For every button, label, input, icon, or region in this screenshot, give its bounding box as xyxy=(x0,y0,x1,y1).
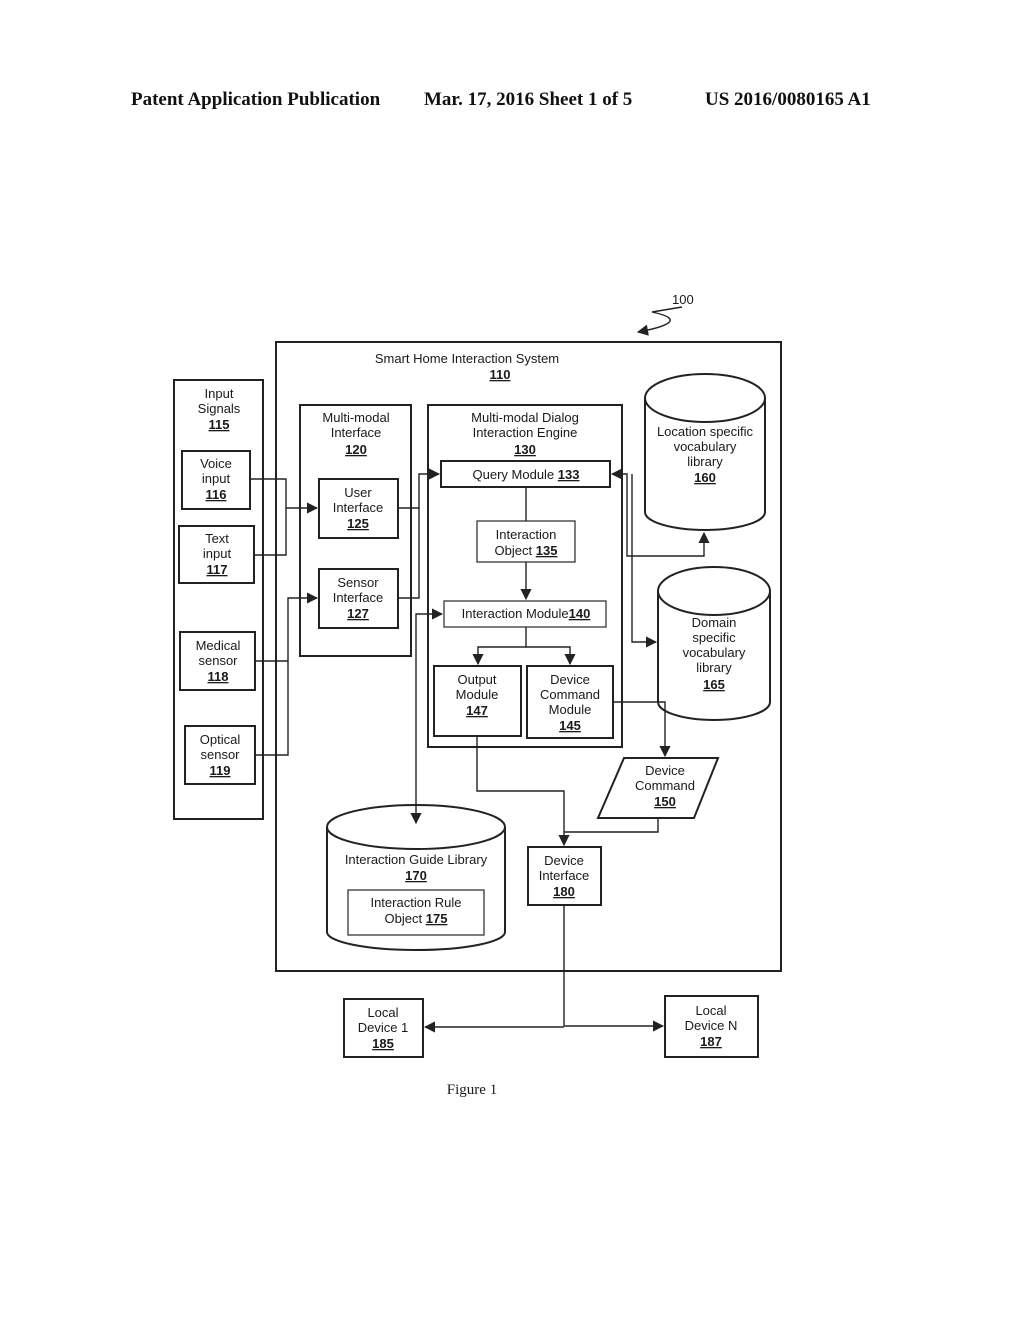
device-command-ref: 150 xyxy=(654,794,676,809)
sensor-interface-line-2: Interface xyxy=(333,590,384,605)
local-device-n-line-2: Device N xyxy=(685,1018,738,1033)
device-command-module-ref: 145 xyxy=(559,718,581,733)
system-diagram: 100 Smart Home Interaction System 110 In… xyxy=(173,292,782,1098)
user-interface-line-1: User xyxy=(344,485,372,500)
local-device-1-line-1: Local xyxy=(367,1005,398,1020)
device-command-line-1: Device xyxy=(645,763,685,778)
domain-library-line-3: vocabulary xyxy=(683,645,746,660)
location-library-ref: 160 xyxy=(694,470,716,485)
figure-caption: Figure 1 xyxy=(447,1082,497,1098)
sensor-interface-line-1: Sensor xyxy=(337,575,379,590)
engine-title-1: Multi-modal Dialog xyxy=(471,410,579,425)
optical-sensor-line-1: Optical xyxy=(200,732,241,747)
domain-library-line-1: Domain xyxy=(692,615,737,630)
location-library-top xyxy=(644,373,766,423)
device-command-module-line-1: Device xyxy=(550,672,590,687)
text-input-line-1: Text xyxy=(205,531,229,546)
output-module-line-1: Output xyxy=(457,672,496,687)
voice-input-ref: 116 xyxy=(206,487,227,502)
output-module-ref: 147 xyxy=(466,703,488,718)
output-module-line-2: Module xyxy=(456,687,499,702)
text-input-line-2: input xyxy=(203,546,232,561)
multimodal-interface-title-1: Multi-modal xyxy=(322,410,389,425)
voice-input-line-1: Voice xyxy=(200,456,232,471)
multimodal-interface-title-2: Interface xyxy=(331,425,382,440)
figure-ref-label: 100 xyxy=(672,292,694,307)
local-device-1-ref: 185 xyxy=(372,1036,394,1051)
medical-sensor-line-2: sensor xyxy=(198,653,238,668)
device-command-module-line-2: Command xyxy=(540,687,600,702)
query-module-label: Query Module 133 xyxy=(473,467,580,482)
user-interface-line-2: Interface xyxy=(333,500,384,515)
sensor-interface-ref: 127 xyxy=(347,606,369,621)
medical-sensor-ref: 118 xyxy=(208,669,229,684)
device-command-module-line-3: Module xyxy=(549,702,592,717)
local-device-1-line-2: Device 1 xyxy=(358,1020,409,1035)
domain-library-line-4: library xyxy=(696,660,732,675)
device-command-line-2: Command xyxy=(635,778,695,793)
medical-sensor-line-1: Medical xyxy=(196,638,241,653)
location-library-line-3: library xyxy=(687,454,723,469)
optical-sensor-ref: 119 xyxy=(210,763,231,778)
location-library-line-2: vocabulary xyxy=(674,439,737,454)
multimodal-interface-ref: 120 xyxy=(345,442,367,457)
user-interface-ref: 125 xyxy=(347,516,369,531)
device-interface-line-2: Interface xyxy=(539,868,590,883)
figure-ref-arrow xyxy=(636,306,683,336)
text-input-ref: 117 xyxy=(207,562,228,577)
rule-object-line-2: Object 175 xyxy=(385,911,448,926)
rule-object-line-1: Interaction Rule xyxy=(370,895,461,910)
local-device-n-ref: 187 xyxy=(700,1034,722,1049)
device-interface-ref: 180 xyxy=(553,884,575,899)
domain-library-top xyxy=(657,566,771,616)
interaction-object-line-1: Interaction xyxy=(496,527,557,542)
domain-library-ref: 165 xyxy=(703,677,725,692)
voice-input-line-2: input xyxy=(202,471,231,486)
engine-title-2: Interaction Engine xyxy=(473,425,578,440)
input-signals-ref: 115 xyxy=(209,417,230,432)
local-device-n-line-1: Local xyxy=(695,1003,726,1018)
input-signals-title-2: Signals xyxy=(198,401,241,416)
guide-library-ref: 170 xyxy=(405,868,427,883)
input-signals-title-1: Input xyxy=(205,386,234,401)
system-title: Smart Home Interaction System xyxy=(375,351,559,366)
interaction-module-label: Interaction Module140 xyxy=(462,606,591,621)
guide-library-label: Interaction Guide Library xyxy=(345,852,488,867)
engine-ref: 130 xyxy=(514,442,536,457)
optical-sensor-line-2: sensor xyxy=(200,747,240,762)
location-library-line-1: Location specific xyxy=(657,424,754,439)
device-interface-line-1: Device xyxy=(544,853,584,868)
interaction-object-line-2: Object 135 xyxy=(495,543,558,558)
system-ref: 110 xyxy=(490,367,511,382)
domain-library-line-2: specific xyxy=(692,630,736,645)
